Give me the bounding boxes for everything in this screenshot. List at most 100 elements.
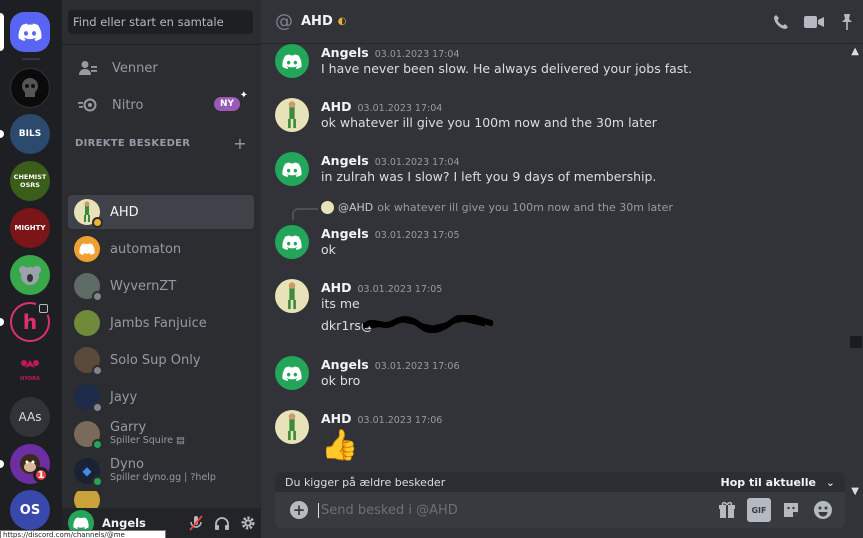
author-name[interactable]: Angels bbox=[321, 45, 369, 60]
dm-item-automaton[interactable]: automaton bbox=[68, 232, 254, 266]
author-avatar[interactable] bbox=[275, 279, 309, 313]
timestamp: 03.01.2023 17:06 bbox=[374, 361, 460, 372]
emoji-button[interactable] bbox=[811, 498, 835, 522]
sticker-button[interactable] bbox=[779, 498, 803, 522]
chat-scrollbar[interactable] bbox=[849, 44, 862, 490]
message-line-redacted: dkr1rs@ bbox=[321, 315, 493, 335]
unread-pill-2 bbox=[0, 318, 4, 326]
discord-default-avatar-icon bbox=[282, 234, 302, 250]
author-name[interactable]: AHD bbox=[321, 280, 352, 295]
server-bils[interactable]: BILS bbox=[10, 114, 50, 154]
author-avatar[interactable] bbox=[275, 410, 309, 444]
author-name[interactable]: Angels bbox=[321, 226, 369, 241]
server-chemist[interactable]: CHEMIST OSRS bbox=[10, 161, 50, 201]
older-messages-bar: Du kigger på ældre beskeder Hop til aktu… bbox=[275, 472, 845, 492]
dm-name: Jambs Fanjuice bbox=[110, 315, 207, 331]
author-avatar[interactable] bbox=[275, 356, 309, 390]
nav-friends[interactable]: Venner bbox=[68, 51, 254, 85]
scroll-up-arrow-icon[interactable]: ▲ bbox=[851, 46, 859, 57]
message-text: its me dkr1rs@ bbox=[321, 295, 493, 335]
dm-search-input[interactable]: Find eller start en samtale bbox=[68, 10, 253, 34]
home-button[interactable] bbox=[10, 12, 50, 52]
author-avatar[interactable] bbox=[275, 44, 309, 78]
server-hydra[interactable]: HYDRA bbox=[10, 350, 50, 390]
chevron-down-icon: ⌄ bbox=[825, 475, 835, 489]
author-name[interactable]: AHD bbox=[321, 99, 352, 114]
reply-preview[interactable]: @AHD ok whatever ill give you 100m now a… bbox=[321, 201, 673, 214]
message-text: I have never been slow. He always delive… bbox=[321, 61, 693, 76]
pinned-messages-button[interactable] bbox=[837, 12, 857, 32]
mute-mic-button[interactable] bbox=[183, 511, 209, 535]
dm-item-ahd[interactable]: AHD bbox=[68, 195, 254, 229]
timestamp: 03.01.2023 17:05 bbox=[357, 284, 443, 295]
chat-title: AHD bbox=[301, 14, 333, 29]
server-mighty[interactable]: MIGHTY bbox=[10, 208, 50, 248]
user-settings-button[interactable] bbox=[235, 511, 261, 535]
author-avatar[interactable] bbox=[275, 152, 309, 186]
older-notice: Du kigger på ældre beskeder bbox=[285, 475, 446, 489]
status-offline-icon bbox=[92, 291, 103, 302]
gif-button[interactable]: GIF bbox=[747, 498, 771, 522]
dm-item-jayy[interactable]: Jayy bbox=[68, 380, 254, 414]
user-name: Angels bbox=[102, 516, 146, 530]
dm-avatar bbox=[74, 310, 100, 336]
server-aas[interactable]: AAs bbox=[10, 397, 50, 437]
unread-pill bbox=[0, 130, 4, 138]
nitro-icon bbox=[78, 95, 98, 115]
video-call-button[interactable] bbox=[804, 12, 824, 32]
active-server-pill bbox=[0, 13, 4, 51]
reply-text: ok whatever ill give you 100m now and th… bbox=[377, 201, 673, 214]
jump-to-present-button[interactable]: Hop til aktuelle ⌄ bbox=[721, 476, 835, 489]
nitro-new-badge: NY bbox=[213, 97, 240, 111]
dm-item-dyno[interactable]: ◆ Dyno Spiller dyno.gg | ?help bbox=[68, 454, 254, 488]
discord-default-avatar-icon bbox=[282, 365, 302, 381]
server-mighty-label: MIGHTY bbox=[14, 224, 46, 232]
nav-friends-label: Venner bbox=[112, 60, 158, 76]
server-os[interactable]: OS bbox=[10, 490, 50, 530]
thumbs-up-emoji: 👍 bbox=[321, 428, 359, 463]
nav-nitro[interactable]: Nitro NY ✦ bbox=[68, 88, 254, 122]
gift-button[interactable] bbox=[715, 498, 739, 522]
message-text: ok bbox=[321, 242, 336, 257]
dm-item-partial[interactable] bbox=[68, 491, 254, 508]
status-offline-icon bbox=[92, 365, 103, 376]
phone-icon bbox=[774, 15, 788, 29]
dm-item-solo-sup[interactable]: Solo Sup Only bbox=[68, 343, 254, 377]
author-avatar[interactable] bbox=[275, 225, 309, 259]
author-name[interactable]: Angels bbox=[321, 357, 369, 372]
scrollbar-thumb[interactable] bbox=[850, 336, 862, 348]
dm-item-jambs[interactable]: Jambs Fanjuice bbox=[68, 306, 254, 340]
redaction-scribble bbox=[363, 315, 493, 333]
dm-avatar bbox=[74, 236, 100, 262]
message-input[interactable] bbox=[318, 502, 715, 518]
dm-item-wyvernzt[interactable]: WyvernZT bbox=[68, 269, 254, 303]
server-koala[interactable] bbox=[10, 255, 50, 295]
dm-name: automaton bbox=[110, 241, 182, 257]
author-name[interactable]: Angels bbox=[321, 153, 369, 168]
attach-plus-button[interactable]: + bbox=[290, 501, 308, 519]
idle-moon-icon: ◐ bbox=[337, 16, 347, 27]
server-bils-label: BILS bbox=[18, 129, 42, 139]
author-name[interactable]: AHD bbox=[321, 411, 352, 426]
server-dark-avatar[interactable] bbox=[10, 68, 50, 108]
sticker-icon bbox=[784, 503, 798, 517]
message-header: Angels 03.01.2023 17:06 bbox=[321, 354, 460, 373]
timestamp: 03.01.2023 17:04 bbox=[357, 103, 443, 114]
smiley-icon bbox=[814, 501, 832, 519]
server-rail: BILS CHEMIST OSRS MIGHTY h HYDRA AAs 1 O… bbox=[0, 0, 62, 538]
unread-pill-3 bbox=[0, 460, 4, 468]
dm-item-garry[interactable]: Garry Spiller Squire ▤ bbox=[68, 417, 254, 451]
deafen-button[interactable] bbox=[209, 511, 235, 535]
dm-avatar bbox=[74, 273, 103, 302]
create-dm-plus-icon[interactable]: + bbox=[233, 136, 247, 152]
video-camera-icon bbox=[804, 16, 824, 28]
status-online-icon bbox=[92, 439, 103, 450]
voice-call-button[interactable] bbox=[771, 12, 791, 32]
composer-actions: GIF bbox=[715, 498, 845, 522]
dm-activity-text: Spiller Squire bbox=[110, 435, 174, 446]
message-header: Angels 03.01.2023 17:04 bbox=[321, 150, 460, 169]
author-avatar[interactable] bbox=[275, 98, 309, 132]
scroll-down-arrow-icon[interactable]: ▼ bbox=[851, 486, 859, 497]
server-h-event-icon bbox=[36, 301, 50, 315]
dm-activity: Spiller Squire ▤ bbox=[110, 434, 185, 447]
